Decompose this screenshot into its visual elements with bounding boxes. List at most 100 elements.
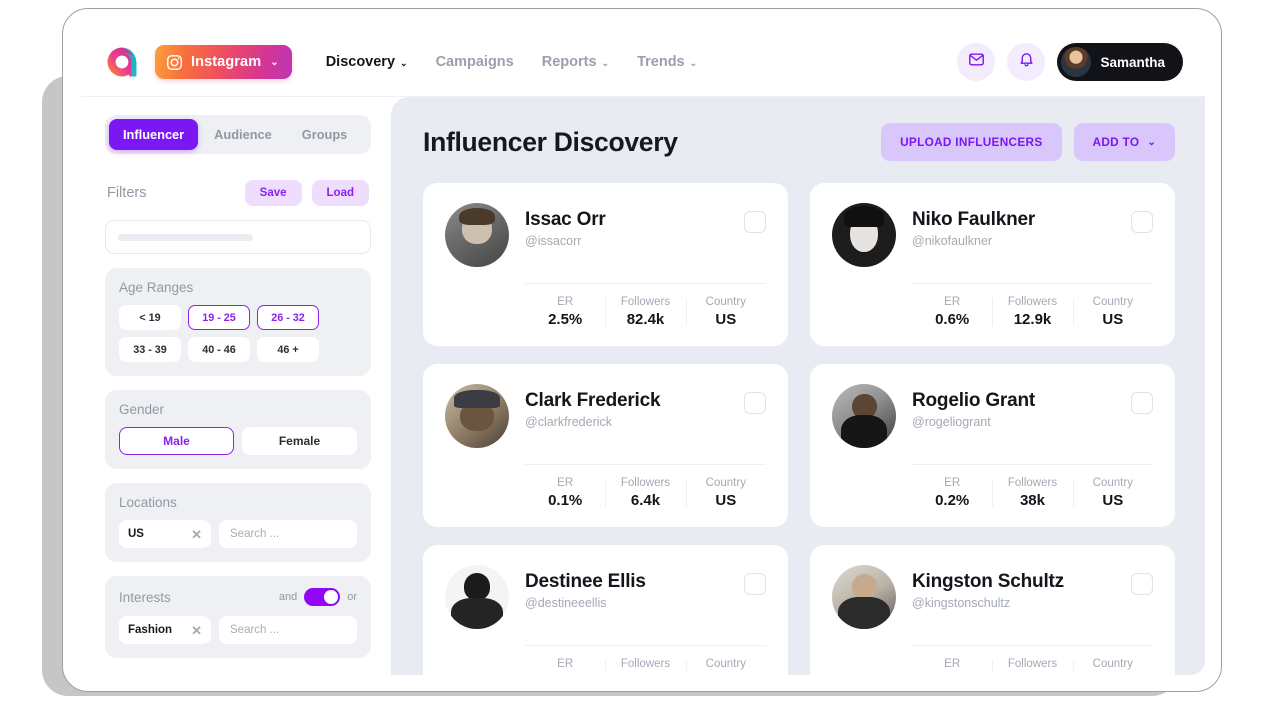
locations-header: Locations [119,495,357,510]
nav-label-discovery: Discovery [325,54,396,70]
age-option-46-plus[interactable]: 46 + [257,337,319,362]
influencer-select-checkbox[interactable] [744,392,766,414]
nav-item-reports[interactable]: Reports ⌄ [542,54,609,70]
influencer-card[interactable]: Kingston Schultz @kingstonschultz ER Fol… [810,545,1175,675]
messages-button[interactable] [957,43,996,81]
gender-title: Gender [119,402,165,417]
stat-followers: Followers 12.9k [992,296,1072,328]
stat-country: Country US [685,477,766,509]
influencer-select-checkbox[interactable] [1131,573,1153,595]
mail-icon [968,51,985,73]
stat-value-country: US [715,311,737,328]
platform-selector-instagram[interactable]: Instagram ⌄ [155,45,292,79]
age-option-19-25[interactable]: 19 - 25 [188,305,250,330]
interest-search-input[interactable]: Search ... [219,616,357,644]
locations-controls: US ✕ Search ... [119,520,357,548]
and-or-toggle[interactable] [304,588,341,606]
stat-value-er: 0.1% [548,492,583,509]
influencer-avatar [832,384,896,448]
influencer-handle: @kingstonschultz [912,596,1011,610]
stat-label-er: ER [557,658,574,670]
avatar [1061,47,1092,77]
upload-influencers-button[interactable]: UPLOAD INFLUENCERS [881,123,1062,161]
chevron-down-icon: ⌄ [1147,136,1156,148]
interest-tag-fashion: Fashion ✕ [119,616,211,644]
influencer-select-checkbox[interactable] [1131,211,1153,233]
filter-search-input[interactable] [105,220,371,254]
influencer-card-header: Rogelio Grant @rogeliogrant [832,384,1153,448]
segment-groups[interactable]: Groups [288,119,362,150]
interest-tag-label: Fashion [128,624,173,636]
stat-er: ER 0.1% [525,477,605,509]
or-label: or [347,591,357,603]
influencer-card[interactable]: Destinee Ellis @destineeellis ER Followe… [423,545,788,675]
filter-block-gender: Gender Male Female [105,390,371,469]
gender-option-male[interactable]: Male [119,427,234,455]
nav-item-discovery[interactable]: Discovery ⌄ [326,54,408,70]
stat-country: Country [685,658,766,673]
influencer-stats: ER 0.6% Followers 12.9k Country US [912,283,1153,328]
interests-and-or-toggle-group: and or [279,588,357,606]
influencer-name: Rogelio Grant [912,390,1036,411]
close-icon[interactable]: ✕ [191,528,202,541]
chevron-down-icon: ⌄ [601,57,610,68]
influencer-card[interactable]: Niko Faulkner @nikofaulkner ER 0.6% Foll… [810,183,1175,346]
stat-label-er: ER [944,658,961,670]
segment-audience[interactable]: Audience [200,119,286,150]
influencer-handle: @destineeellis [525,596,607,610]
toggle-knob [324,590,339,604]
age-range-options: < 19 19 - 25 26 - 32 33 - 39 40 - 46 46 … [119,305,357,362]
age-option-40-46[interactable]: 40 - 46 [188,337,250,362]
stat-er: ER 2.5% [525,296,605,328]
influencer-card-header: Niko Faulkner @nikofaulkner [832,203,1153,267]
notifications-button[interactable] [1007,43,1046,81]
influencer-select-checkbox[interactable] [1131,392,1153,414]
location-tag-us: US ✕ [119,520,211,548]
nav-item-trends[interactable]: Trends ⌄ [637,54,697,70]
stat-value-er: 0.6% [935,311,970,328]
location-search-input[interactable]: Search ... [219,520,357,548]
segment-influencer[interactable]: Influencer [109,119,199,150]
stat-label-followers: Followers [620,658,671,670]
age-option-26-32[interactable]: 26 - 32 [257,305,319,330]
influencer-handle: @issacorr [525,234,582,248]
influencer-select-checkbox[interactable] [744,211,766,233]
stat-followers: Followers [605,658,685,673]
gender-option-female[interactable]: Female [242,427,357,455]
close-icon[interactable]: ✕ [191,624,202,637]
influencer-handle: @nikofaulkner [912,234,993,248]
influencer-card-header: Clark Frederick @clarkfrederick [445,384,766,448]
load-filters-button[interactable]: Load [311,180,369,206]
stat-label-followers: Followers [1007,477,1058,489]
and-label: and [278,591,298,603]
influencer-card-header: Destinee Ellis @destineeellis [445,565,766,629]
user-name: Samantha [1100,54,1165,70]
stat-label-country: Country [1092,477,1133,489]
add-to-button[interactable]: ADD TO ⌄ [1073,123,1175,161]
influencer-select-checkbox[interactable] [744,573,766,595]
interests-title: Interests [119,589,171,605]
stat-value-country: US [1102,311,1124,328]
influencer-avatar [445,203,509,267]
stat-label-followers: Followers [1007,296,1058,308]
chevron-down-icon: ⌄ [689,57,698,68]
interests-controls: Fashion ✕ Search ... [119,616,357,644]
influencer-identity: Rogelio Grant @rogeliogrant [912,384,1115,429]
filter-block-locations: Locations US ✕ Search ... [105,483,371,562]
user-menu[interactable]: Samantha [1057,43,1183,81]
age-option-under-19[interactable]: < 19 [119,305,181,330]
chevron-down-icon: ⌄ [400,57,408,68]
influencer-card[interactable]: Clark Frederick @clarkfrederick ER 0.1% [423,364,788,527]
influencer-card[interactable]: Issac Orr @issacorr ER 2.5% Followers 82… [423,183,788,346]
stat-country: Country US [1072,477,1153,509]
influencer-identity: Destinee Ellis @destineeellis [525,565,728,610]
gender-header: Gender [119,402,357,417]
age-option-33-39[interactable]: 33 - 39 [119,337,181,362]
stat-label-country: Country [705,477,746,489]
affable-logo-icon[interactable] [105,45,139,79]
stat-value-er: 0.2% [935,492,970,509]
nav-item-campaigns[interactable]: Campaigns [436,54,514,70]
save-filters-button[interactable]: Save [244,180,302,206]
instagram-icon [166,54,183,71]
influencer-card[interactable]: Rogelio Grant @rogeliogrant ER 0.2% Foll… [810,364,1175,527]
